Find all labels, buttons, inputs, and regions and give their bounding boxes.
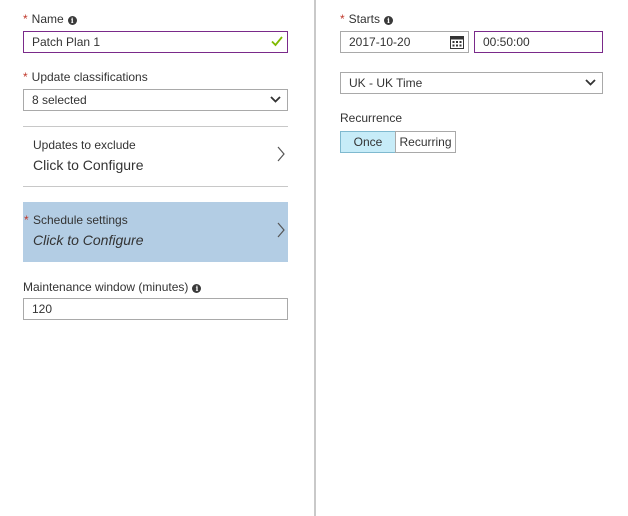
maintenance-window-label: Maintenance window (minutes) i — [23, 280, 202, 294]
timezone-dropdown[interactable]: UK - UK Time — [340, 72, 603, 94]
chevron-down-icon — [270, 96, 281, 103]
info-icon[interactable]: i — [384, 16, 394, 25]
schedule-settings-blade[interactable]: * Schedule settings Click to Configure — [23, 202, 288, 262]
schedule-settings-title: Schedule settings — [33, 213, 128, 227]
updates-to-exclude-subtitle: Click to Configure — [33, 157, 144, 173]
maintenance-window-input[interactable]: 120 — [23, 298, 288, 320]
chevron-down-icon — [585, 79, 596, 86]
updates-to-exclude-blade[interactable]: Updates to exclude Click to Configure — [23, 138, 288, 178]
start-date-input[interactable]: 2017-10-20 — [340, 31, 469, 53]
name-label: * Name i — [23, 12, 77, 26]
calendar-icon[interactable] — [450, 35, 464, 49]
recurrence-recurring-option[interactable]: Recurring — [395, 131, 456, 153]
recurrence-once-option[interactable]: Once — [340, 131, 396, 153]
info-icon[interactable]: i — [192, 284, 202, 293]
name-input[interactable]: Patch Plan 1 — [23, 31, 288, 53]
info-icon[interactable]: i — [67, 16, 77, 25]
check-icon — [271, 36, 283, 47]
required-asterisk: * — [24, 213, 29, 227]
divider-line — [23, 126, 288, 127]
chevron-right-icon — [277, 146, 285, 162]
required-asterisk: * — [340, 12, 345, 26]
updates-to-exclude-title: Updates to exclude — [33, 138, 136, 152]
classifications-dropdown[interactable]: 8 selected — [23, 89, 288, 111]
required-asterisk: * — [23, 70, 28, 84]
chevron-right-icon — [277, 222, 285, 238]
schedule-settings-subtitle: Click to Configure — [33, 232, 144, 248]
recurrence-label: Recurrence — [340, 111, 403, 125]
panel-divider — [314, 0, 316, 516]
divider-line — [23, 186, 288, 187]
required-asterisk: * — [23, 12, 28, 26]
classifications-label: * Update classifications — [23, 70, 148, 84]
starts-label: * Starts i — [340, 12, 394, 26]
start-time-input[interactable]: 00:50:00 — [474, 31, 603, 53]
